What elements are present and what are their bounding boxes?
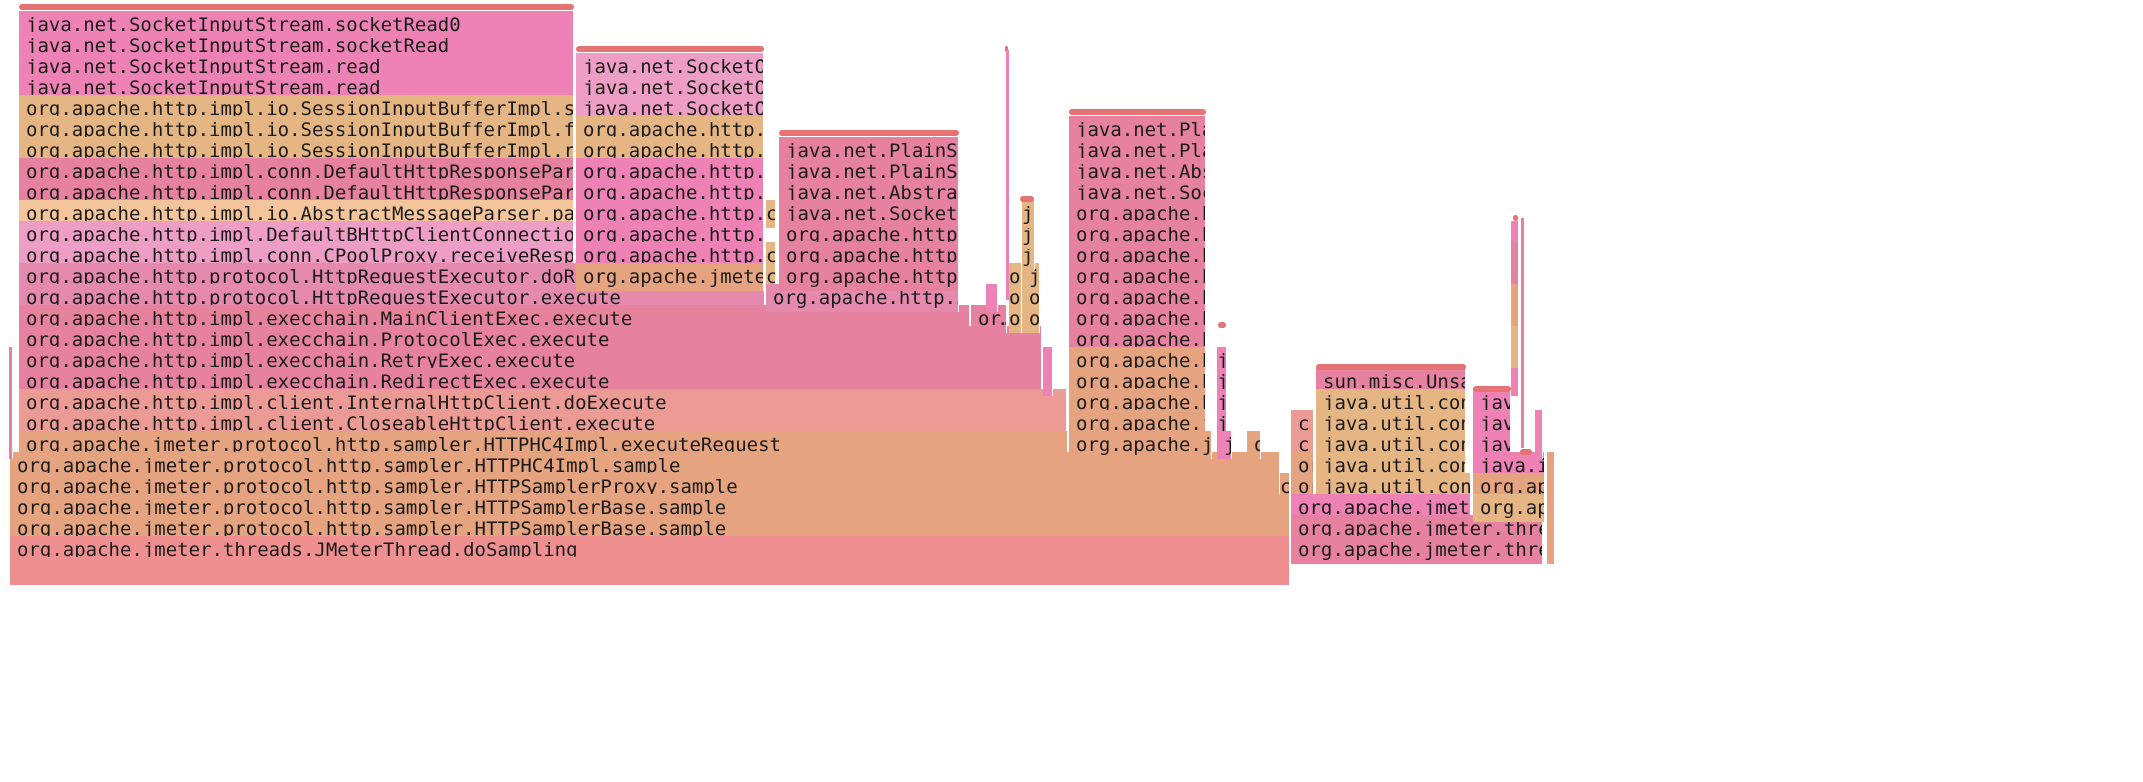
stack-frame[interactable]: o [1009,263,1022,291]
stack-frame[interactable] [1547,536,1555,564]
frame-highlight [1513,215,1518,221]
frame-highlight [1020,196,1034,202]
frame-highlight [1218,322,1226,328]
stack-frame[interactable]: org.apa… [1473,494,1545,522]
stack-spike [1521,218,1524,448]
flame-graph: java.net.SocketInputStream.socketRead0 ja… [0,0,2143,782]
frame-highlight [1316,364,1466,370]
stack-frame[interactable] [1535,431,1543,459]
stack-frame[interactable] [1511,368,1519,396]
stack-frame[interactable] [9,431,13,459]
stack-frame[interactable]: c [1280,473,1290,501]
stack-frame[interactable]: o [1247,431,1261,459]
frame-highlight [1520,449,1532,455]
frame-highlight [1473,386,1511,392]
stack-frame[interactable]: org.apache.jmete… [1069,431,1212,459]
stack-frame[interactable] [10,557,1290,585]
frame-highlight [576,46,764,52]
frame-highlight [1069,109,1206,115]
stack-frame[interactable]: org.apache.jmeter.pro… [576,263,764,291]
stack-frame[interactable]: j [1217,431,1232,459]
stack-spike [1006,50,1009,300]
stack-frame[interactable]: j [1022,200,1035,228]
frame-highlight [779,130,959,136]
stack-frame[interactable]: org.apache.jmeter.threads.JMe… [1291,536,1543,564]
stack-frame[interactable]: c [766,200,776,228]
stack-frame[interactable]: org.apache.http.impl… [779,263,959,291]
frame-highlight [19,4,574,10]
stack-frame[interactable] [986,284,998,312]
stack-frame[interactable] [1043,368,1053,396]
